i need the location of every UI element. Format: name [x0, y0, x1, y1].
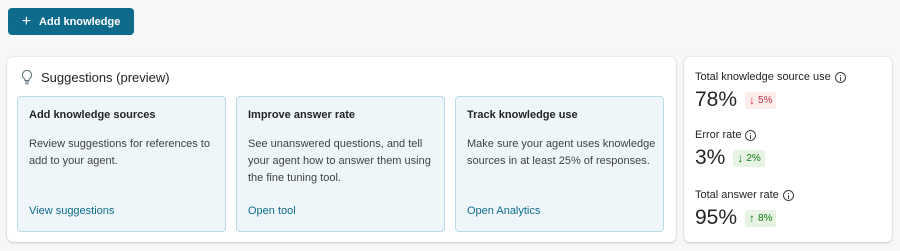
- stats-panel: Total knowledge source use 78% ↓ 5% Erro…: [684, 57, 892, 242]
- suggestions-header: Suggestions (preview): [20, 69, 170, 85]
- view-suggestions-link[interactable]: View suggestions: [29, 205, 114, 217]
- stat-label: Total knowledge source use: [695, 71, 831, 83]
- add-knowledge-button[interactable]: + Add knowledge: [8, 8, 134, 35]
- stat-value: 3%: [695, 146, 726, 169]
- card-description: Review suggestions for references to add…: [29, 138, 210, 167]
- stat-label: Total answer rate: [695, 189, 779, 201]
- suggestion-card-add-knowledge: Add knowledge sources Review suggestions…: [17, 96, 226, 232]
- info-icon[interactable]: [782, 189, 794, 201]
- stat-error-rate: Error rate 3% ↓ 2%: [695, 128, 765, 170]
- change-value: 5%: [758, 94, 773, 106]
- stat-value: 95%: [695, 206, 738, 229]
- stat-value: 78%: [695, 88, 738, 111]
- card-title: Track knowledge use: [467, 109, 578, 121]
- change-badge: ↓ 2%: [733, 149, 765, 167]
- open-tool-link[interactable]: Open tool: [248, 205, 296, 217]
- suggestion-card-improve-answer: Improve answer rate See unanswered quest…: [236, 96, 445, 232]
- plus-icon: +: [21, 12, 32, 30]
- card-title: Improve answer rate: [248, 109, 355, 121]
- arrow-up-icon: ↑: [749, 211, 756, 225]
- change-value: 8%: [758, 212, 773, 224]
- arrow-down-icon: ↓: [749, 93, 756, 107]
- stat-answer-rate: Total answer rate 95% ↑ 8%: [695, 188, 794, 230]
- info-icon[interactable]: [834, 71, 846, 83]
- suggestions-title: Suggestions (preview): [41, 69, 170, 85]
- info-icon[interactable]: [745, 129, 757, 141]
- open-analytics-link[interactable]: Open Analytics: [467, 205, 540, 217]
- change-badge: ↓ 5%: [745, 91, 777, 109]
- card-description: Make sure your agent uses knowledge sour…: [467, 138, 656, 167]
- stat-label: Error rate: [695, 129, 742, 141]
- card-description: See unanswered questions, and tell your …: [248, 138, 431, 184]
- suggestion-card-track-knowledge: Track knowledge use Make sure your agent…: [455, 96, 664, 232]
- arrow-down-icon: ↓: [737, 151, 744, 165]
- lightbulb-icon: [21, 69, 33, 85]
- card-title: Add knowledge sources: [29, 109, 156, 121]
- add-knowledge-label: Add knowledge: [39, 15, 121, 28]
- stat-knowledge-source-use: Total knowledge source use 78% ↓ 5%: [695, 70, 846, 112]
- change-value: 2%: [746, 152, 761, 164]
- suggestions-panel: Suggestions (preview) Add knowledge sour…: [7, 57, 676, 242]
- change-badge: ↑ 8%: [745, 209, 777, 227]
